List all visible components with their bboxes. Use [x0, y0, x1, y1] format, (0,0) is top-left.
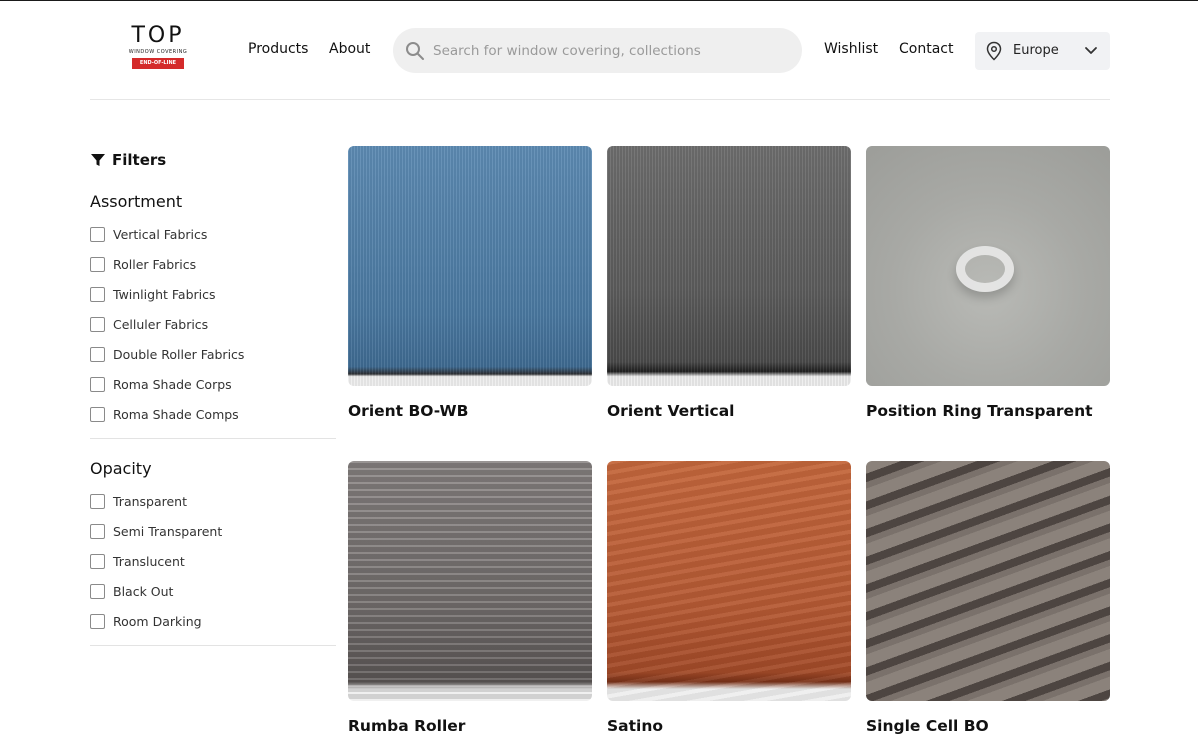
product-image[interactable] [866, 146, 1110, 386]
search-icon [406, 42, 424, 60]
product-card[interactable]: Rumba Roller [348, 461, 592, 735]
product-name[interactable]: Orient BO-WB [348, 402, 592, 420]
filter-option[interactable]: Twinlight Fabrics [90, 286, 216, 302]
filter-divider [90, 645, 336, 646]
checkbox[interactable] [90, 316, 105, 332]
search-bar[interactable] [393, 28, 802, 73]
filter-option[interactable]: Double Roller Fabrics [90, 346, 244, 362]
product-name[interactable]: Position Ring Transparent [866, 402, 1110, 420]
product-name[interactable]: Rumba Roller [348, 717, 592, 735]
search-input[interactable] [433, 28, 783, 73]
filter-group-opacity-title: Opacity [90, 459, 152, 478]
site-header: TOP WINDOW COVERING END-OF-LINE Products… [0, 1, 1198, 100]
filter-icon [91, 154, 105, 166]
filter-option[interactable]: Room Darking [90, 613, 202, 629]
logo-text: TOP [131, 23, 185, 48]
product-card[interactable]: Single Cell BO [866, 461, 1110, 735]
checkbox[interactable] [90, 346, 105, 362]
checkbox[interactable] [90, 583, 105, 599]
brand-logo[interactable]: TOP WINDOW COVERING END-OF-LINE [122, 25, 194, 73]
nav-wishlist-link[interactable]: Wishlist [824, 41, 878, 57]
filter-option[interactable]: Translucent [90, 553, 185, 569]
filter-option[interactable]: Roller Fabrics [90, 256, 196, 272]
checkbox[interactable] [90, 376, 105, 392]
product-name[interactable]: Single Cell BO [866, 717, 1110, 735]
checkbox[interactable] [90, 523, 105, 539]
filter-option[interactable]: Black Out [90, 583, 173, 599]
checkbox[interactable] [90, 613, 105, 629]
nav-about-link[interactable]: About [329, 41, 370, 57]
checkbox[interactable] [90, 553, 105, 569]
checkbox[interactable] [90, 406, 105, 422]
filter-option[interactable]: Roma Shade Corps [90, 376, 232, 392]
logo-subtitle: WINDOW COVERING [128, 49, 188, 55]
product-name[interactable]: Satino [607, 717, 851, 735]
checkbox[interactable] [90, 256, 105, 272]
checkbox[interactable] [90, 493, 105, 509]
nav-contact-link[interactable]: Contact [899, 41, 953, 57]
chevron-down-icon [1085, 47, 1097, 54]
filters-title: Filters [112, 151, 167, 169]
header-divider [90, 99, 1110, 100]
nav-products-link[interactable]: Products [248, 41, 308, 57]
logo-badge: END-OF-LINE [132, 58, 184, 69]
region-label: Europe [1013, 43, 1059, 58]
product-card[interactable]: Position Ring Transparent [866, 146, 1110, 420]
filter-option[interactable]: Roma Shade Comps [90, 406, 239, 422]
product-card[interactable]: Orient Vertical [607, 146, 851, 420]
product-image[interactable] [348, 461, 592, 701]
filters-heading: Filters [90, 151, 166, 169]
checkbox[interactable] [90, 286, 105, 302]
checkbox[interactable] [90, 226, 105, 242]
location-pin-icon [986, 41, 1002, 61]
product-image[interactable] [866, 461, 1110, 701]
filter-option[interactable]: Semi Transparent [90, 523, 222, 539]
filter-divider [90, 438, 336, 439]
product-card[interactable]: Orient BO-WB [348, 146, 592, 420]
filter-group-assortment-title: Assortment [90, 192, 183, 211]
product-image[interactable] [348, 146, 592, 386]
product-image[interactable] [607, 461, 851, 701]
filter-option[interactable]: Transparent [90, 493, 187, 509]
filter-option[interactable]: Vertical Fabrics [90, 226, 207, 242]
product-name[interactable]: Orient Vertical [607, 402, 851, 420]
filter-option[interactable]: Celluler Fabrics [90, 316, 208, 332]
product-image[interactable] [607, 146, 851, 386]
ring-icon [956, 246, 1014, 292]
region-select[interactable]: Europe [975, 32, 1110, 70]
product-card[interactable]: Satino [607, 461, 851, 735]
